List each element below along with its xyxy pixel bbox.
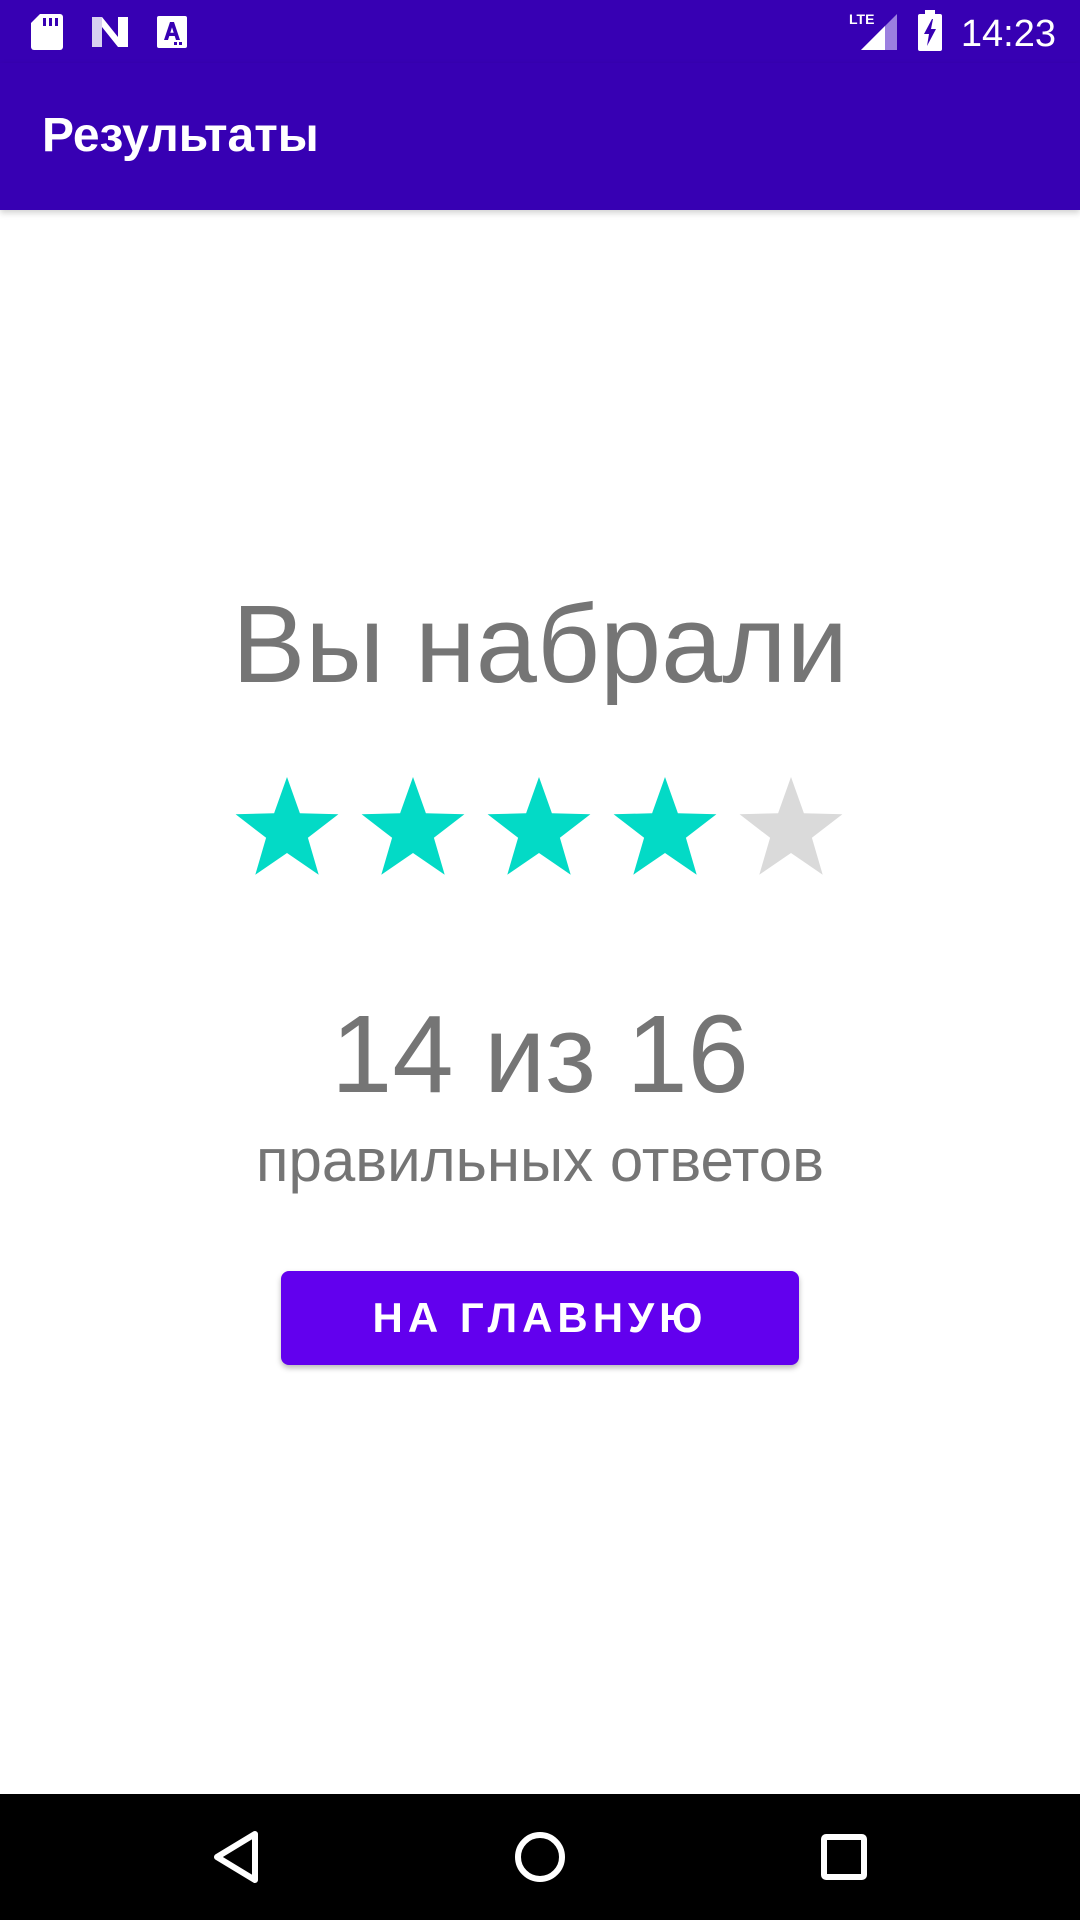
back-button[interactable] — [176, 1794, 296, 1920]
lte-label: LTE — [849, 11, 874, 27]
results-content: Вы набрали 14 из 16 правильных ответов Н… — [0, 210, 1080, 1794]
page-title: Результаты — [42, 109, 319, 162]
battery-charging-icon — [917, 10, 943, 57]
score-text: 14 из 16 — [331, 993, 749, 1116]
app-bar: Результаты — [0, 63, 1080, 210]
status-icons-right: LTE 14:23 — [847, 10, 1056, 57]
status-time: 14:23 — [960, 12, 1056, 55]
home-nav-button[interactable] — [480, 1794, 600, 1920]
back-icon — [214, 1831, 258, 1883]
star-empty-icon — [739, 777, 843, 875]
lte-signal-icon: LTE — [847, 10, 899, 57]
star-filled-icon — [235, 777, 339, 875]
home-button[interactable]: НА ГЛАВНУЮ — [281, 1271, 799, 1365]
star-filled-icon — [487, 777, 591, 875]
recents-button[interactable] — [784, 1794, 904, 1920]
home-icon — [515, 1832, 565, 1882]
a-notification-icon — [156, 15, 188, 54]
result-headline: Вы набрали — [232, 583, 848, 706]
sd-card-icon — [30, 12, 64, 57]
rating-stars — [235, 777, 843, 875]
status-bar: LTE 14:23 — [0, 0, 1080, 63]
navigation-bar — [0, 1794, 1080, 1920]
status-icons-left — [30, 12, 188, 57]
score-subtitle: правильных ответов — [256, 1127, 824, 1194]
recents-icon — [821, 1834, 867, 1880]
star-filled-icon — [613, 777, 717, 875]
n-notification-icon — [90, 15, 130, 54]
star-filled-icon — [361, 777, 465, 875]
